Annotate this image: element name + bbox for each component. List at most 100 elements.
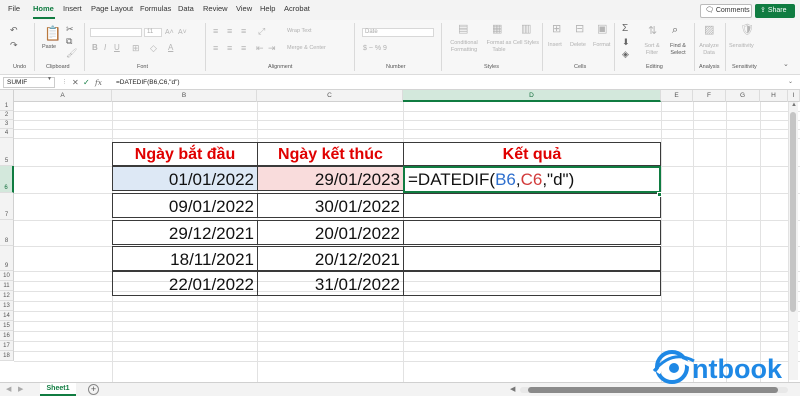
conditional-formatting-button[interactable]: Conditional Formatting [446,40,482,54]
active-cell-editor[interactable]: =DATEDIF(B6,C6,"d") [403,166,661,193]
align-center-icon[interactable]: ≡ [227,43,232,53]
paste-icon[interactable]: 📋 [44,25,61,41]
name-box-dropdown-icon[interactable]: ▼ [47,76,52,82]
row-header-1[interactable]: 1 [0,102,14,111]
row-header-11[interactable]: 11 [0,281,14,291]
format-cells-button[interactable]: Format [593,42,610,49]
column-header-a[interactable]: A [14,90,112,102]
row-header-6[interactable]: 6 [0,166,14,193]
row-header-5[interactable]: 5 [0,138,14,166]
delete-cells-icon[interactable]: ⊟ [575,24,584,35]
expand-formula-bar-icon[interactable]: ⌄ [788,78,793,87]
menu-acrobat[interactable]: Acrobat [284,4,310,13]
copy-icon[interactable]: ⧉ [66,36,72,46]
merge-center-button[interactable]: Merge & Center [287,45,326,52]
clear-icon[interactable]: ◈ [622,49,629,59]
start-date-cell[interactable]: 09/01/2022 [112,193,258,218]
collapse-ribbon-icon[interactable]: ⌄ [783,60,789,70]
header-end-date[interactable]: Ngày kết thúc [257,142,404,166]
row-header-9[interactable]: 9 [0,246,14,271]
column-header-g[interactable]: G [726,90,760,102]
analyze-data-button[interactable]: Analyze Data [698,43,720,57]
format-cells-icon[interactable]: ▣ [597,24,607,35]
cell-styles-button[interactable]: Cell Styles [513,40,539,47]
decrease-font-icon[interactable]: A˅ [178,28,187,38]
row-header-3[interactable]: 3 [0,120,14,129]
start-date-cell[interactable]: 29/12/2021 [112,220,258,245]
select-all-corner[interactable] [0,90,14,102]
row-header-7[interactable]: 7 [0,193,14,220]
start-date-cell[interactable]: 18/11/2021 [112,246,258,271]
row-header-4[interactable]: 4 [0,129,14,138]
menu-file[interactable]: File [8,4,20,13]
end-date-cell[interactable]: 31/01/2022 [257,271,404,296]
column-header-c[interactable]: C [257,90,403,102]
fill-color-icon[interactable]: ◇ [150,43,157,53]
formula-input[interactable]: =DATEDIF(B6,C6,"d") [116,78,180,87]
result-cell[interactable] [403,246,661,271]
format-as-table-icon[interactable]: ▦ [492,24,502,35]
menu-formulas[interactable]: Formulas [140,4,171,13]
row-header-10[interactable]: 10 [0,271,14,281]
sheet-tab-sheet1[interactable]: Sheet1 [40,383,76,396]
delete-cells-button[interactable]: Delete [570,42,586,49]
header-start-date[interactable]: Ngày bắt đầu [112,142,258,166]
vertical-scroll-thumb[interactable] [790,112,796,312]
previous-sheet-icon[interactable]: ◀ [6,385,11,393]
result-cell[interactable] [403,271,661,296]
scroll-left-icon[interactable]: ◀ [510,385,515,393]
borders-icon[interactable]: ⊞ [132,43,140,53]
row-header-13[interactable]: 13 [0,301,14,311]
insert-function-icon[interactable]: fx [95,78,102,87]
wrap-text-button[interactable]: Wrap Text [287,28,312,35]
orientation-icon[interactable]: ⤢ [258,26,265,36]
number-format-dropdown[interactable]: Date [362,28,434,37]
insert-cells-icon[interactable]: ⊞ [552,24,561,35]
end-date-cell[interactable]: 30/01/2022 [257,193,404,218]
underline-icon[interactable]: U [114,43,120,53]
font-name-dropdown[interactable] [90,28,142,37]
menu-review[interactable]: Review [203,4,228,13]
increase-font-icon[interactable]: A˄ [165,28,174,38]
undo-icon[interactable]: ↶ [10,25,18,35]
paste-label[interactable]: Paste [42,44,56,51]
align-left-icon[interactable]: ≡ [213,43,218,53]
end-date-cell[interactable]: 29/01/2023 [257,166,404,191]
bold-icon[interactable]: B [92,43,98,53]
menu-home[interactable]: Home [33,4,54,13]
menu-page-layout[interactable]: Page Layout [91,4,133,13]
format-painter-icon[interactable]: 🖌 [66,48,77,58]
fill-handle[interactable] [657,192,662,197]
sort-filter-button[interactable]: Sort & Filter [640,43,664,57]
row-header-14[interactable]: 14 [0,311,14,321]
row-header-2[interactable]: 2 [0,111,14,120]
format-as-table-button[interactable]: Format as Table [485,40,513,54]
header-result[interactable]: Kết quả [403,142,661,166]
row-header-8[interactable]: 8 [0,220,14,246]
sort-filter-icon[interactable]: ⇅ [648,26,657,37]
font-color-icon[interactable]: A [168,43,173,53]
result-cell[interactable] [403,193,661,218]
align-top-icon[interactable]: ≡ [213,26,218,36]
column-header-e[interactable]: E [661,90,693,102]
align-bottom-icon[interactable]: ≡ [241,26,246,36]
sensitivity-button[interactable]: Sensitivity [729,43,754,50]
column-header-d[interactable]: D [403,90,661,102]
row-header-18[interactable]: 18 [0,351,14,361]
share-button[interactable]: ⇪ Share [755,4,795,18]
italic-icon[interactable]: I [104,43,106,53]
cancel-icon[interactable]: ✕ [72,78,79,87]
row-header-16[interactable]: 16 [0,331,14,341]
column-header-b[interactable]: B [112,90,257,102]
enter-icon[interactable]: ✓ [83,78,90,87]
insert-cells-button[interactable]: Insert [548,42,562,49]
row-header-15[interactable]: 15 [0,321,14,331]
number-symbols[interactable]: $ ~ % 9 [363,45,387,52]
cut-icon[interactable]: ✂ [66,24,74,34]
cell-styles-icon[interactable]: ▥ [521,24,531,35]
start-date-cell[interactable]: 01/01/2022 [112,166,258,191]
decrease-indent-icon[interactable]: ⇤ [256,43,264,53]
font-size-dropdown[interactable]: 11 [144,28,162,37]
sensitivity-icon[interactable]: 🛡 [740,25,754,36]
menu-help[interactable]: Help [260,4,275,13]
